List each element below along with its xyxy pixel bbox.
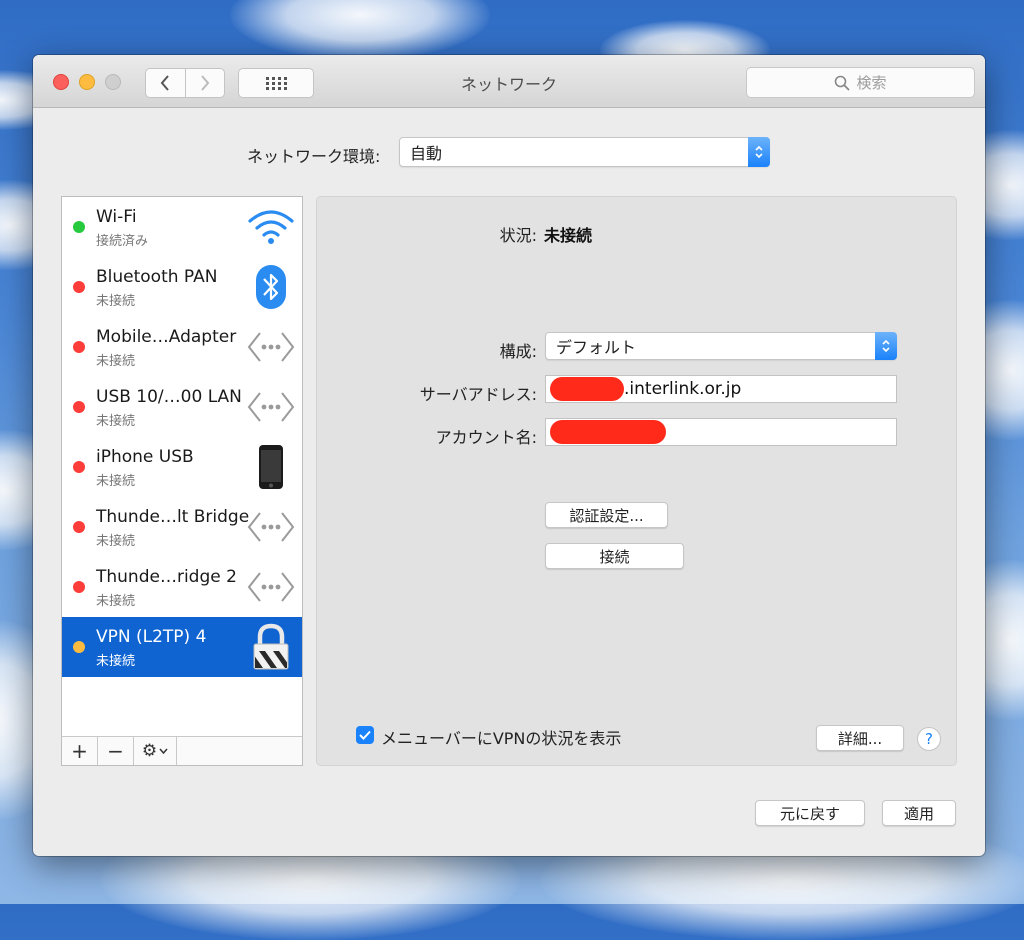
- status-dot: [73, 461, 85, 473]
- status-dot: [73, 341, 85, 353]
- checkmark-icon: [359, 730, 371, 740]
- gear-menu-button[interactable]: ⚙: [134, 737, 177, 765]
- status-dot: [73, 581, 85, 593]
- show-vpn-status-checkbox[interactable]: [356, 726, 374, 744]
- service-name: iPhone USB: [96, 447, 194, 467]
- service-item-bluetooth-pan[interactable]: Bluetooth PAN 未接続: [62, 257, 302, 317]
- bluetooth-icon: [246, 263, 296, 311]
- location-value: 自動: [410, 144, 443, 163]
- advanced-button[interactable]: 詳細...: [816, 725, 904, 751]
- status-value: 未接続: [544, 226, 593, 245]
- service-status: 未接続: [96, 594, 136, 609]
- server-address-label: サーバアドレス:: [419, 385, 537, 404]
- network-preferences-window: ネットワーク 検索 ネットワーク環境: 自動 Wi-Fi 接続済み Blueto…: [33, 55, 985, 856]
- service-status: 未接続: [96, 534, 136, 549]
- help-button[interactable]: ?: [917, 727, 941, 751]
- lock-icon: [246, 623, 296, 671]
- location-popup[interactable]: 自動: [399, 137, 770, 167]
- service-list-toolbar: + − ⚙: [61, 736, 303, 766]
- service-status: 未接続: [96, 354, 136, 369]
- connect-button[interactable]: 接続: [545, 543, 684, 569]
- configuration-label: 構成:: [499, 342, 537, 361]
- status-dot: [73, 281, 85, 293]
- location-label: ネットワーク環境:: [247, 147, 381, 166]
- account-name-label: アカウント名:: [435, 428, 537, 447]
- search-icon: [835, 75, 851, 91]
- status-dot: [73, 641, 85, 653]
- server-address-value: .interlink.or.jp: [624, 379, 742, 399]
- chevron-down-icon: [159, 748, 168, 754]
- redaction-mark: [550, 420, 666, 444]
- popup-arrows-icon: [875, 332, 897, 360]
- iphone-icon: [246, 443, 296, 491]
- status-dot: [73, 521, 85, 533]
- service-item-mobile-adapter[interactable]: Mobile…Adapter 未接続: [62, 317, 302, 377]
- redaction-mark: [550, 377, 624, 401]
- gear-icon: ⚙: [141, 741, 158, 761]
- configuration-popup[interactable]: デフォルト: [545, 332, 897, 360]
- service-status: 未接続: [96, 654, 136, 669]
- revert-button[interactable]: 元に戻す: [755, 800, 865, 826]
- service-status: 接続済み: [96, 234, 149, 249]
- authentication-settings-button[interactable]: 認証設定...: [545, 502, 668, 528]
- wifi-icon: [246, 203, 296, 251]
- vpn-detail-panel: [316, 196, 957, 766]
- service-item-thunderbolt-bridge-2[interactable]: Thunde…ridge 2 未接続: [62, 557, 302, 617]
- account-name-field[interactable]: [545, 418, 897, 446]
- ethernet-icon: [246, 383, 296, 431]
- service-status: 未接続: [96, 474, 136, 489]
- service-list: Wi-Fi 接続済み Bluetooth PAN 未接続 Mobile…Adap…: [61, 196, 303, 766]
- search-placeholder: 検索: [856, 74, 887, 92]
- service-item-vpn-l2tp[interactable]: VPN (L2TP) 4 未接続: [62, 617, 302, 677]
- service-item-usb-lan[interactable]: USB 10/…00 LAN 未接続: [62, 377, 302, 437]
- service-name: Bluetooth PAN: [96, 267, 218, 287]
- show-vpn-status-label: メニューバーにVPNの状況を表示: [381, 729, 622, 748]
- service-name: USB 10/…00 LAN: [96, 387, 242, 407]
- titlebar: ネットワーク 検索: [33, 55, 985, 108]
- service-name: Wi-Fi: [96, 207, 137, 227]
- add-service-button[interactable]: +: [62, 737, 98, 765]
- service-name: Thunde…ridge 2: [96, 567, 237, 587]
- service-name: Mobile…Adapter: [96, 327, 237, 347]
- ethernet-icon: [246, 563, 296, 611]
- service-status: 未接続: [96, 294, 136, 309]
- server-address-field[interactable]: .interlink.or.jp: [545, 375, 897, 403]
- configuration-value: デフォルト: [556, 338, 637, 357]
- status-dot: [73, 221, 85, 233]
- status-label: 状況:: [499, 226, 537, 245]
- service-item-thunderbolt-bridge[interactable]: Thunde…lt Bridge 未接続: [62, 497, 302, 557]
- remove-service-button[interactable]: −: [98, 737, 134, 765]
- service-status: 未接続: [96, 414, 136, 429]
- service-name: VPN (L2TP) 4: [96, 627, 207, 647]
- ethernet-icon: [246, 323, 296, 371]
- popup-arrows-icon: [748, 137, 770, 167]
- search-field[interactable]: 検索: [746, 67, 975, 98]
- status-dot: [73, 401, 85, 413]
- service-item-wifi[interactable]: Wi-Fi 接続済み: [62, 197, 302, 257]
- ethernet-icon: [246, 503, 296, 551]
- apply-button[interactable]: 適用: [882, 800, 956, 826]
- service-name: Thunde…lt Bridge: [96, 507, 250, 527]
- service-item-iphone-usb[interactable]: iPhone USB 未接続: [62, 437, 302, 497]
